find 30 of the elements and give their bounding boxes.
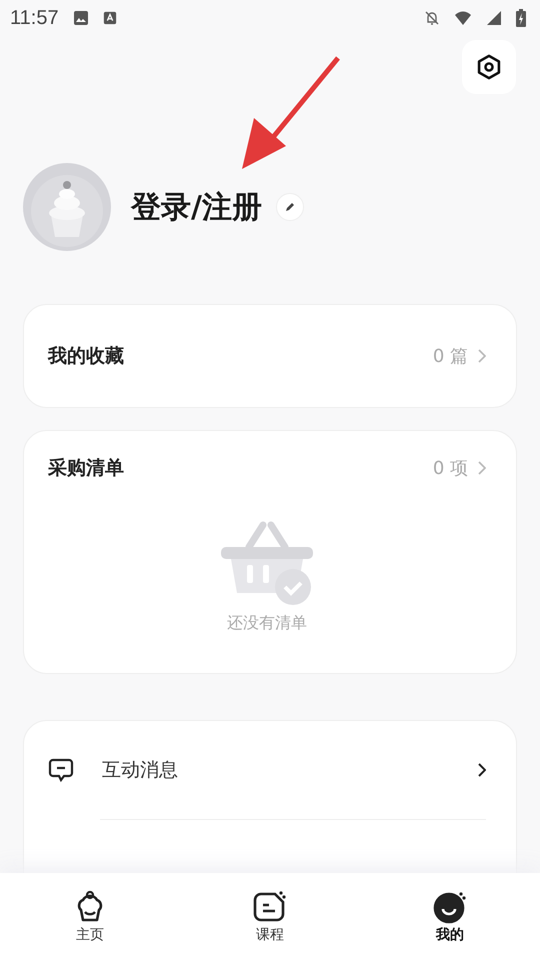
font-icon <box>102 11 117 25</box>
tab[interactable]: 我的 <box>390 890 510 944</box>
image-icon <box>72 10 89 26</box>
favorites-count: 0 篇 <box>432 345 468 368</box>
shopping-list-card[interactable]: 采购清单 0 项 还没有清单 <box>23 430 517 674</box>
tab[interactable]: 主页 <box>30 890 150 944</box>
status-time: 11:57 <box>10 6 59 30</box>
settings-button[interactable] <box>462 40 516 94</box>
settings-icon <box>475 53 503 81</box>
smile-icon <box>433 890 467 924</box>
login-register-link[interactable]: 登录/注册 <box>131 186 262 228</box>
chevron-icon <box>478 763 486 777</box>
shopping-list-count: 0 项 <box>432 457 468 480</box>
battery-icon <box>516 9 526 27</box>
basket-icon <box>219 521 315 607</box>
notepad-icon <box>253 890 287 924</box>
menu-item[interactable]: 互动消息 <box>48 721 486 819</box>
signal-icon <box>486 10 502 26</box>
shopping-list-title: 采购清单 <box>48 456 125 481</box>
wifi-icon <box>454 10 472 26</box>
tab[interactable]: 课程 <box>210 890 330 944</box>
bell-off-icon <box>424 10 440 26</box>
pencil-icon <box>284 201 296 213</box>
message-icon <box>48 757 74 783</box>
chevron-icon <box>478 349 486 363</box>
favorites-card[interactable]: 我的收藏 0 篇 <box>23 304 517 408</box>
chevron-icon <box>478 461 486 475</box>
favorites-title: 我的收藏 <box>48 344 125 369</box>
edit-button[interactable] <box>276 193 304 221</box>
empty-list-text: 还没有清单 <box>227 613 307 634</box>
